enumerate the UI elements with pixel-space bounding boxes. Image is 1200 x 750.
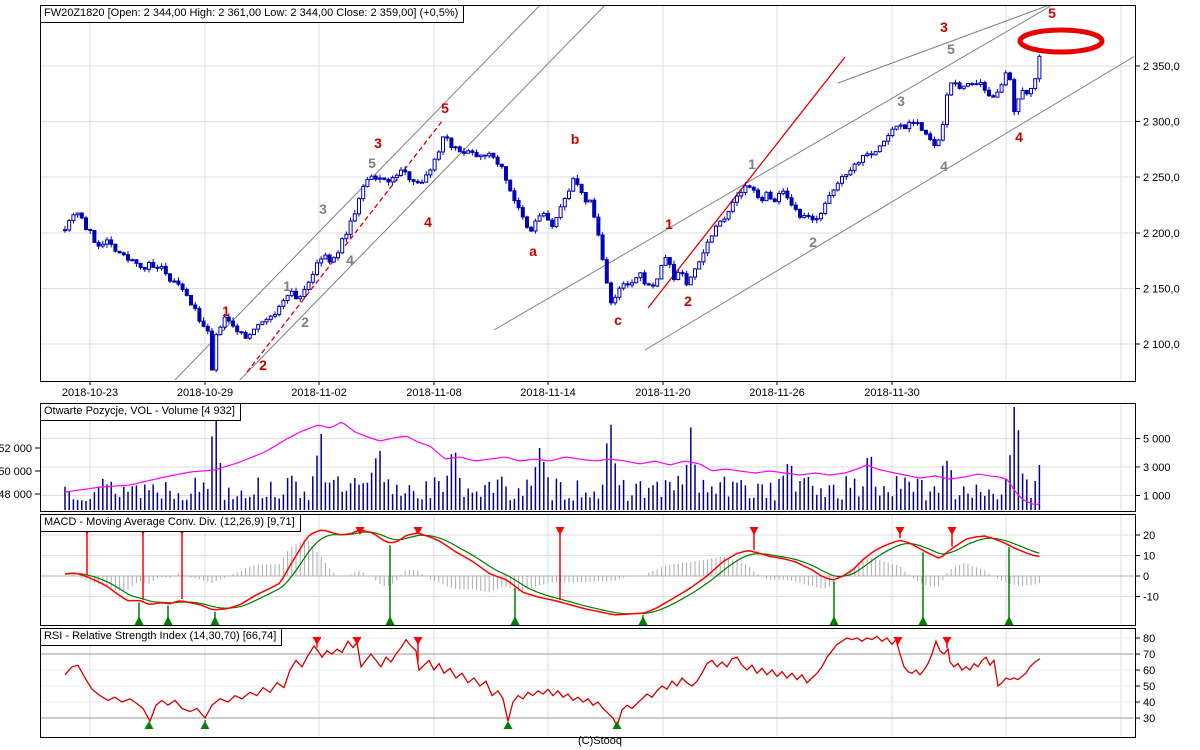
- macd-signal-line: [64, 531, 1040, 615]
- wave-label-5: 5: [441, 100, 449, 116]
- volume-axis-label: 5 000: [1143, 434, 1171, 446]
- date-axis-label: 2018-11-30: [864, 387, 919, 399]
- sell-signal-icon: [895, 527, 905, 535]
- date-axis-label: 2018-11-14: [520, 387, 575, 399]
- rsi-axis-label: 50: [1143, 681, 1155, 693]
- buy-signal-icon: [210, 616, 220, 625]
- rsi-axis-label: 60: [1143, 665, 1155, 677]
- buy-signal-icon: [918, 616, 928, 625]
- rsi-axis-label: 70: [1143, 649, 1155, 661]
- price-axis-label: 2 100,0: [1143, 339, 1180, 351]
- sell-signal-icon: [749, 527, 759, 535]
- date-axis-label: 2018-11-20: [635, 387, 690, 399]
- wave-label-4: 4: [940, 158, 948, 174]
- wave-label-2: 2: [684, 293, 692, 309]
- wave-label-1: 1: [665, 216, 673, 232]
- volume-panel: [64, 407, 1041, 510]
- wave-label-2: 2: [301, 314, 309, 330]
- open-interest-axis-label: 50 000: [0, 466, 32, 478]
- macd-line: [64, 529, 1040, 616]
- wave-label-1: 1: [283, 278, 291, 294]
- wave-label-2: 2: [259, 357, 267, 373]
- buy-signal-icon: [829, 616, 839, 625]
- buy-signal-icon: [638, 616, 648, 625]
- wave-label-a: a: [529, 243, 537, 259]
- wave-label-4: 4: [424, 214, 432, 230]
- buy-signal-icon: [134, 616, 144, 625]
- highlight-ellipse: [1017, 27, 1105, 55]
- wave-label-3: 3: [940, 19, 948, 35]
- buy-signal-icon: [612, 721, 622, 729]
- wave-label-b: b: [571, 131, 580, 147]
- wave-label-5: 5: [1048, 5, 1056, 21]
- buy-signal-icon: [200, 721, 210, 729]
- open-interest-axis-label: 52 000: [0, 443, 32, 455]
- buy-signal-icon: [503, 721, 513, 729]
- sell-signal-icon: [312, 637, 322, 645]
- volume-panel-title: Otwarte Pozycje, VOL - Volume [4 932]: [41, 404, 241, 421]
- rsi-panel-title: RSI - Relative Strength Index (14,30,70)…: [41, 629, 283, 646]
- gridlines: [41, 6, 1134, 736]
- open-interest-axis-label: 48 000: [0, 489, 32, 501]
- date-axis-label: 2018-11-08: [406, 387, 461, 399]
- date-axis-label: 2018-10-29: [177, 387, 233, 399]
- wave-label-3: 3: [374, 135, 382, 151]
- sell-signal-icon: [413, 637, 423, 645]
- wave-label-5: 5: [368, 155, 376, 171]
- wave-label-4: 4: [1015, 129, 1023, 145]
- wave-label-5: 5: [947, 41, 955, 57]
- wave-label-1: 1: [748, 156, 756, 172]
- rsi-axis-label: 80: [1143, 633, 1155, 645]
- channel-line: [239, 6, 605, 380]
- macd-axis-label: 10: [1143, 551, 1155, 563]
- elliott-wave-labels: 1 2 3 4 5 a b c 1 2 3 4 5 1 2 3 4 5 1 2 3 4 5: [222, 5, 1056, 373]
- sell-signal-icon: [947, 527, 957, 535]
- macd-panel-title: MACD - Moving Average Conv. Div. (12,26,…: [41, 515, 301, 532]
- rsi-line: [64, 635, 1041, 728]
- wave-label-2: 2: [809, 234, 817, 250]
- stock-chart-page: 1 2 3 4 5 a b c 1 2 3 4 5 1 2 3 4 5 1 2 3 4 5 2 350,0 2 300,0 2 2…: [0, 0, 1200, 750]
- wave-label-4: 4: [346, 252, 354, 268]
- date-axis-label: 2018-10-23: [62, 387, 118, 399]
- rsi-panel: [64, 635, 1041, 729]
- price-axis-label: 2 350,0: [1143, 61, 1180, 73]
- macd-axis-label: 0: [1143, 571, 1149, 583]
- volume-axis-label: 1 000: [1143, 491, 1171, 503]
- copyright-label: (C)Stooq: [577, 735, 623, 747]
- wave-label-c: c: [614, 312, 622, 328]
- price-axis-label: 2 250,0: [1143, 172, 1180, 184]
- buy-signal-icon: [144, 721, 154, 729]
- price-axis-label: 2 150,0: [1143, 283, 1180, 295]
- price-chart-title: FW20Z1820 [Open: 2 344,00 High: 2 361,00…: [41, 6, 465, 23]
- rsi-axis-label: 40: [1143, 697, 1155, 709]
- red-trendline: [246, 119, 444, 373]
- buy-signal-icon: [385, 616, 395, 625]
- volume-axis-label: 3 000: [1143, 462, 1171, 474]
- macd-axis-label: -10: [1143, 592, 1159, 604]
- buy-signal-icon: [163, 616, 173, 625]
- buy-signal-icon: [510, 616, 520, 625]
- sell-signal-icon: [555, 527, 565, 535]
- price-axis-label: 2 300,0: [1143, 117, 1180, 129]
- date-axis-label: 2018-11-02: [291, 387, 346, 399]
- candlestick-series: [63, 54, 1042, 373]
- red-trendline: [647, 56, 846, 309]
- sell-signal-icon: [352, 637, 362, 645]
- wave-label-3: 3: [897, 93, 905, 109]
- date-axis-label: 2018-11-26: [749, 387, 804, 399]
- wave-label-1: 1: [222, 303, 230, 319]
- price-axis-label: 2 200,0: [1143, 228, 1180, 240]
- wave-label-3: 3: [319, 201, 327, 217]
- macd-axis-label: 20: [1143, 530, 1155, 542]
- price-plot-area: [63, 6, 1134, 380]
- rsi-axis-label: 30: [1143, 713, 1155, 725]
- sell-signal-icon: [942, 637, 952, 645]
